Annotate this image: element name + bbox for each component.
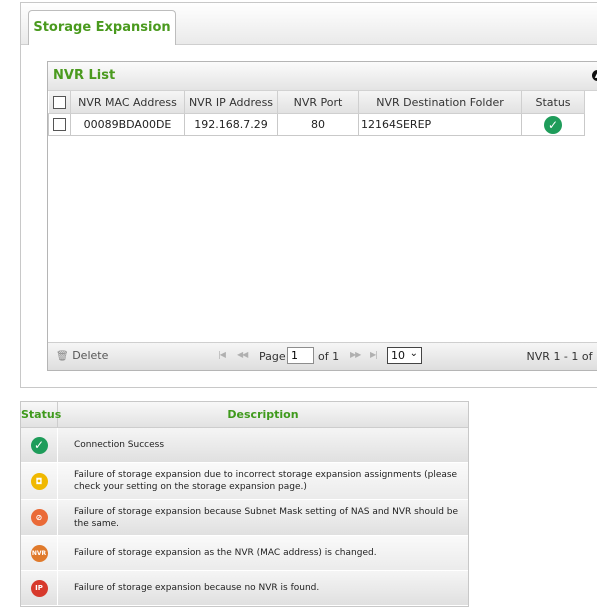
- table-header-row: NVR MAC Address NVR IP Address NVR Port …: [48, 91, 585, 114]
- page-input[interactable]: [287, 347, 314, 364]
- subnet-mask-icon: ⊘: [30, 509, 48, 526]
- column-header-port[interactable]: NVR Port: [277, 91, 359, 114]
- page-size-select[interactable]: 10 ⌄: [387, 347, 422, 364]
- delete-label: Delete: [72, 349, 109, 362]
- nvr-table: NVR MAC Address NVR IP Address NVR Port …: [48, 91, 585, 136]
- first-page-icon[interactable]: |◀: [218, 350, 226, 359]
- cell-ip: 192.168.7.29: [184, 113, 278, 136]
- legend-description: Failure of storage expansion due to inco…: [58, 463, 468, 500]
- page-label: Page: [259, 350, 286, 363]
- legend-description: Failure of storage expansion because Sub…: [58, 500, 468, 536]
- page-size-value: 10: [391, 349, 405, 362]
- list-item: ⊘ Failure of storage expansion because S…: [21, 500, 468, 536]
- pager-bar: 🗑 Delete |◀ ◀◀ Page of 1 ▶▶ ▶| 10 ⌄ NVR …: [48, 342, 597, 370]
- column-header-status[interactable]: Status: [521, 91, 585, 114]
- row-checkbox[interactable]: [53, 118, 66, 132]
- cell-mac: 00089BDA00DE: [70, 113, 185, 136]
- legend-header-row: Status Description: [21, 402, 468, 428]
- nvr-icon: NVR: [30, 544, 48, 562]
- column-header-folder[interactable]: NVR Destination Folder: [358, 91, 522, 114]
- legend-description: Failure of storage expansion because no …: [58, 571, 468, 606]
- nvr-list-grid: NVR List ▲ NVR MAC Address NVR IP Addres…: [47, 61, 597, 371]
- chevron-down-icon: ⌄: [409, 348, 418, 359]
- status-legend: Status Description ✓ Connection Success …: [20, 401, 469, 607]
- delete-button[interactable]: 🗑 Delete: [56, 349, 108, 362]
- check-icon: ✓: [30, 436, 48, 454]
- legend-description: Failure of storage expansion as the NVR …: [58, 536, 468, 571]
- ip-icon: IP: [30, 579, 48, 597]
- record-count: NVR 1 - 1 of 1: [526, 350, 597, 363]
- select-all-cell[interactable]: [48, 91, 71, 114]
- collapse-icon[interactable]: ▲: [592, 70, 597, 81]
- legend-description-header: Description: [58, 402, 468, 428]
- page-count-label: of 1: [318, 350, 340, 363]
- check-icon: ✓: [544, 115, 562, 134]
- column-header-ip[interactable]: NVR IP Address: [184, 91, 278, 114]
- legend-description: Connection Success: [58, 428, 468, 463]
- cell-status: ✓: [521, 113, 585, 136]
- grid-title: NVR List: [53, 68, 116, 83]
- storage-expansion-panel: Storage Expansion NVR List ▲ NVR MAC Add…: [20, 2, 597, 388]
- select-all-checkbox[interactable]: [52, 95, 66, 109]
- tab-bar: Storage Expansion: [21, 3, 597, 45]
- legend-status-header: Status: [21, 402, 61, 428]
- row-select-cell[interactable]: [48, 113, 71, 136]
- list-item: ✓ Connection Success: [21, 428, 468, 463]
- grid-title-bar: NVR List ▲: [48, 62, 597, 91]
- prev-page-icon[interactable]: ◀◀: [237, 350, 248, 359]
- column-header-mac[interactable]: NVR MAC Address: [70, 91, 185, 114]
- cell-port: 80: [277, 113, 359, 136]
- camera-icon: ◘: [30, 472, 48, 490]
- next-page-icon[interactable]: ▶▶: [350, 350, 361, 359]
- tab-storage-expansion[interactable]: Storage Expansion: [28, 10, 176, 45]
- legend-table: Status Description ✓ Connection Success …: [21, 402, 468, 606]
- table-row[interactable]: 00089BDA00DE 192.168.7.29 80 12164SEREP …: [48, 113, 585, 136]
- list-item: ◘ Failure of storage expansion due to in…: [21, 463, 468, 500]
- trash-icon: 🗑: [56, 351, 69, 362]
- list-item: NVR Failure of storage expansion as the …: [21, 536, 468, 571]
- last-page-icon[interactable]: ▶|: [370, 350, 378, 359]
- list-item: IP Failure of storage expansion because …: [21, 571, 468, 606]
- cell-folder: 12164SEREP: [358, 113, 522, 136]
